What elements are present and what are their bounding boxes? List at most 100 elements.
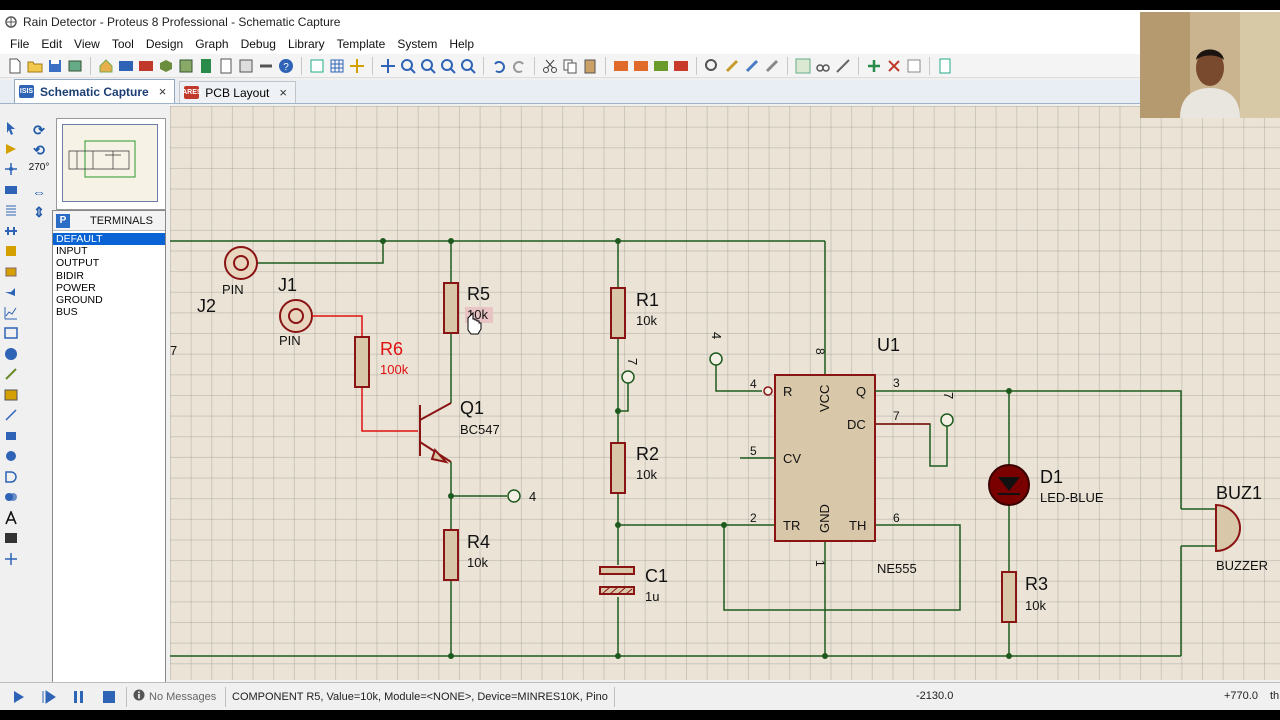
block-delete-icon[interactable] (672, 57, 690, 75)
menu-library[interactable]: Library (282, 37, 331, 51)
device-pins-icon[interactable] (0, 282, 22, 303)
zoom-in-icon[interactable] (399, 57, 417, 75)
exit-to-parent-icon[interactable] (905, 57, 923, 75)
r6-resistor[interactable] (354, 336, 370, 388)
generator-icon[interactable] (0, 344, 22, 365)
pause-icon[interactable] (68, 687, 90, 707)
menu-debug[interactable]: Debug (235, 37, 282, 51)
remove-sheet-icon[interactable] (885, 57, 903, 75)
menu-view[interactable]: View (68, 37, 106, 51)
terminal-7-r1[interactable] (621, 370, 635, 384)
q1-transistor[interactable] (419, 402, 452, 464)
rotate-anticlockwise-icon[interactable]: ⟲ (26, 140, 52, 160)
wire-autorouter-icon[interactable] (794, 57, 812, 75)
pan-icon[interactable] (379, 57, 397, 75)
3d-view-icon[interactable] (157, 57, 175, 75)
list-item-power[interactable]: POWER (53, 282, 165, 294)
rotation-angle[interactable]: 270° (26, 160, 52, 176)
circle-tool-icon[interactable] (0, 446, 22, 467)
netlist-icon[interactable] (257, 57, 275, 75)
tab-schematic-capture[interactable]: ISIS Schematic Capture × (14, 79, 176, 103)
r1-resistor[interactable] (610, 287, 626, 339)
tab-pcb-layout[interactable]: ARES PCB Layout × (179, 81, 296, 103)
pick-device-icon[interactable] (703, 57, 721, 75)
mirror-vertical-icon[interactable]: ⇕ (26, 202, 52, 222)
block-move-icon[interactable] (632, 57, 650, 75)
design-explorer-icon[interactable] (217, 57, 235, 75)
component-mode-icon[interactable] (0, 139, 22, 160)
overview-window[interactable] (56, 118, 166, 210)
electrical-rules-check-icon[interactable] (936, 57, 954, 75)
menu-system[interactable]: System (391, 37, 443, 51)
close-icon[interactable]: × (279, 85, 287, 100)
tape-recorder-icon[interactable] (0, 323, 22, 344)
close-icon[interactable]: × (159, 84, 167, 99)
play-icon[interactable] (8, 687, 30, 707)
pick-devices-button[interactable]: P (56, 213, 70, 228)
origin-icon[interactable] (348, 57, 366, 75)
stop-icon[interactable] (98, 687, 120, 707)
voltage-probe-icon[interactable] (0, 364, 22, 385)
junction-dot-icon[interactable] (0, 159, 22, 180)
buses-icon[interactable] (0, 221, 22, 242)
j2-pin-terminal[interactable] (224, 246, 258, 280)
graph-mode-icon[interactable] (0, 303, 22, 324)
buz1-buzzer[interactable] (1215, 503, 1242, 553)
cut-icon[interactable] (541, 57, 559, 75)
search-tag-icon[interactable] (814, 57, 832, 75)
arc-tool-icon[interactable] (0, 467, 22, 488)
virtual-instruments-icon[interactable] (0, 385, 22, 406)
path-tool-icon[interactable] (0, 487, 22, 508)
c1-capacitor[interactable] (599, 566, 635, 595)
menu-graph[interactable]: Graph (189, 37, 234, 51)
menu-edit[interactable]: Edit (35, 37, 68, 51)
help-icon[interactable]: ? (277, 57, 295, 75)
menu-template[interactable]: Template (331, 37, 392, 51)
decompose-icon[interactable] (763, 57, 781, 75)
mirror-horizontal-icon[interactable]: ⇔ (26, 182, 52, 202)
wire-label-icon[interactable] (0, 180, 22, 201)
terminal-4-reset[interactable] (709, 352, 723, 366)
copy-icon[interactable] (561, 57, 579, 75)
line-tool-icon[interactable] (0, 405, 22, 426)
list-item-ground[interactable]: GROUND (53, 294, 165, 306)
j1-pin-terminal[interactable] (279, 299, 313, 333)
list-item-bidir[interactable]: BIDIR (53, 270, 165, 282)
menu-tool[interactable]: Tool (106, 37, 140, 51)
block-rotate-icon[interactable] (652, 57, 670, 75)
zoom-area-icon[interactable] (459, 57, 477, 75)
schematic-canvas[interactable]: PIN J2 7 J1 PIN R6 100k R5 10k Q1 BC547 … (170, 106, 1280, 680)
new-icon[interactable] (6, 57, 24, 75)
r2-resistor[interactable] (610, 442, 626, 494)
zoom-all-icon[interactable] (439, 57, 457, 75)
text-tool-icon[interactable] (0, 508, 22, 529)
property-assignment-icon[interactable] (834, 57, 852, 75)
ares-icon[interactable] (137, 57, 155, 75)
bom-icon[interactable] (197, 57, 215, 75)
subcircuit-icon[interactable] (0, 241, 22, 262)
r3-resistor[interactable] (1001, 571, 1017, 623)
import-icon[interactable] (66, 57, 84, 75)
save-icon[interactable] (46, 57, 64, 75)
rotate-clockwise-icon[interactable]: ⟳ (26, 120, 52, 140)
home-icon[interactable] (97, 57, 115, 75)
symbol-tool-icon[interactable] (0, 528, 22, 549)
paste-icon[interactable] (581, 57, 599, 75)
source-code-icon[interactable] (237, 57, 255, 75)
packaging-tool-icon[interactable] (743, 57, 761, 75)
redo-icon[interactable] (510, 57, 528, 75)
terminal-4-emitter[interactable] (507, 489, 521, 503)
list-item-input[interactable]: INPUT (53, 245, 165, 257)
message-status[interactable]: No Messages (149, 691, 219, 703)
open-folder-icon[interactable] (26, 57, 44, 75)
undo-icon[interactable] (490, 57, 508, 75)
d1-led[interactable] (988, 464, 1030, 506)
isis-icon[interactable] (117, 57, 135, 75)
new-sheet-icon[interactable] (865, 57, 883, 75)
menu-design[interactable]: Design (140, 37, 189, 51)
step-icon[interactable] (38, 687, 60, 707)
box-tool-icon[interactable] (0, 426, 22, 447)
menu-help[interactable]: Help (443, 37, 480, 51)
list-item-default[interactable]: DEFAULT (53, 233, 165, 246)
make-device-icon[interactable] (723, 57, 741, 75)
